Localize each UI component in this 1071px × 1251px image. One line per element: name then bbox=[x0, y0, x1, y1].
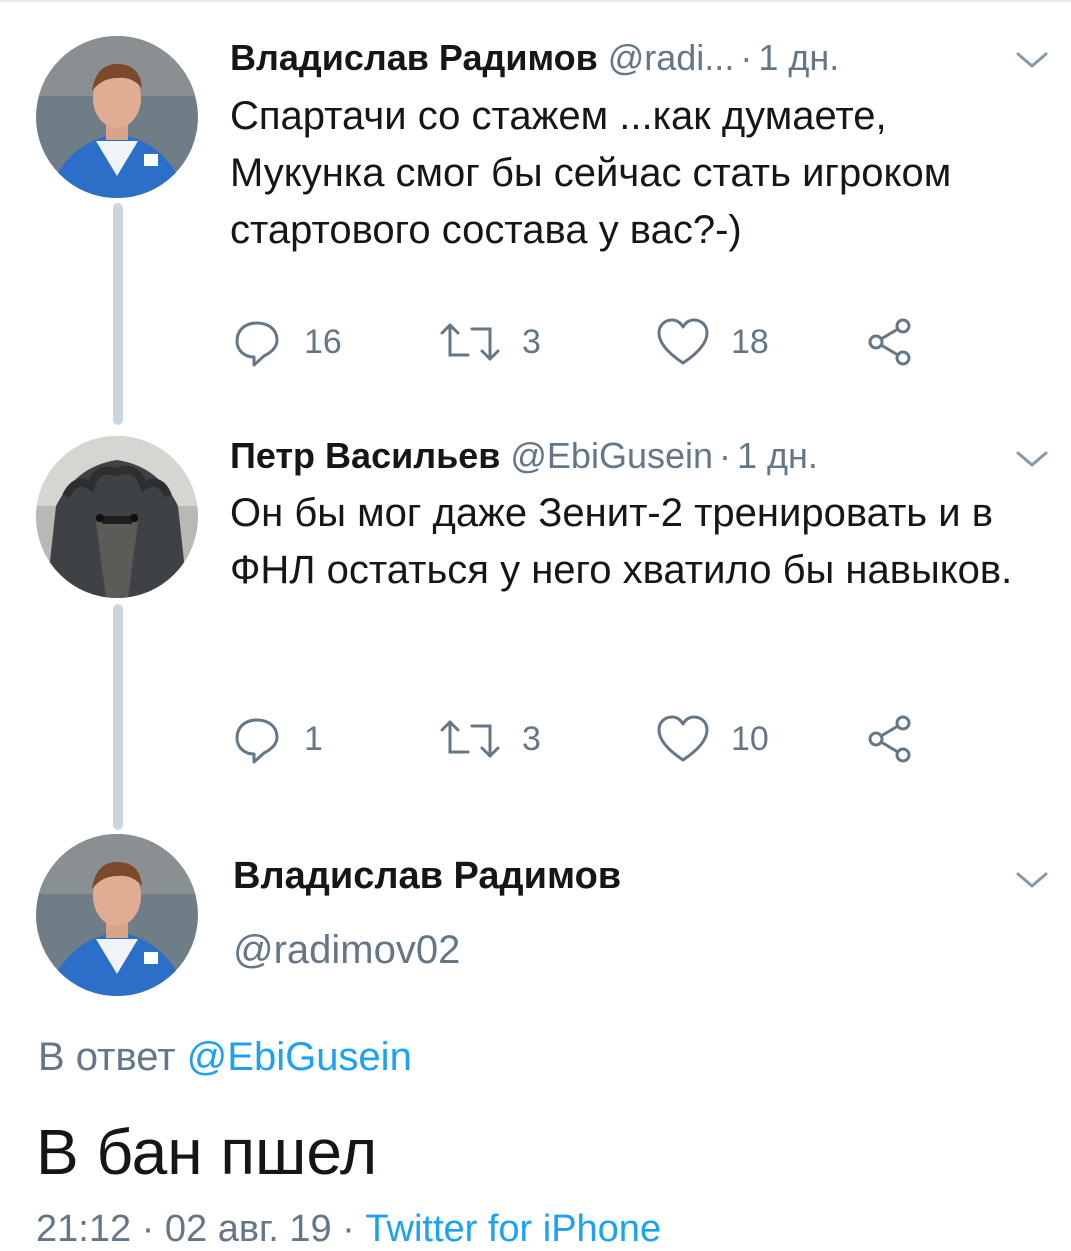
reply-prefix: В ответ bbox=[38, 1035, 176, 1079]
chevron-down-icon[interactable] bbox=[1014, 868, 1050, 892]
like-button[interactable]: 18 bbox=[655, 312, 769, 372]
like-button[interactable]: 10 bbox=[655, 709, 769, 769]
avatar[interactable] bbox=[36, 834, 198, 996]
client-link[interactable]: Twitter for iPhone bbox=[365, 1208, 661, 1250]
avatar[interactable] bbox=[36, 36, 198, 198]
retweet-icon bbox=[440, 720, 500, 758]
avatar[interactable] bbox=[36, 436, 198, 598]
reply-button[interactable]: 16 bbox=[230, 312, 342, 372]
author-handle[interactable]: @radi... bbox=[608, 37, 735, 79]
share-icon bbox=[868, 715, 911, 763]
tweet-meta: 21:12 · 02 авг. 19 · Twitter for iPhone bbox=[36, 1208, 661, 1251]
reply-icon bbox=[235, 321, 279, 367]
share-icon bbox=[868, 318, 911, 366]
tweet-text: В бан пшел bbox=[36, 1116, 378, 1188]
tweet-text: Спартачи со стажем ...как думаете, Мукун… bbox=[230, 94, 952, 252]
share-button[interactable] bbox=[863, 709, 915, 769]
chevron-down-icon[interactable] bbox=[1014, 48, 1050, 72]
reply-count: 16 bbox=[304, 322, 342, 361]
retweet-count: 3 bbox=[522, 719, 541, 758]
like-count: 10 bbox=[731, 719, 769, 758]
author-name[interactable]: Владислав Радимов bbox=[230, 37, 598, 79]
heart-icon bbox=[657, 715, 709, 762]
tweet-actions: 16 3 18 bbox=[230, 312, 930, 372]
author-handle[interactable]: @EbiGusein bbox=[510, 435, 713, 477]
avatar-image bbox=[36, 436, 198, 598]
tweet-text: Он бы мог даже Зенит-2 тренировать и в Ф… bbox=[230, 491, 1013, 592]
reply-count: 1 bbox=[304, 719, 323, 758]
like-count: 18 bbox=[731, 322, 769, 361]
chevron-down-icon[interactable] bbox=[1014, 447, 1050, 471]
tweet-header: Петр Васильев @EbiGusein · 1 дн. bbox=[230, 431, 818, 481]
separator-dot: · bbox=[719, 435, 732, 476]
tweet-time[interactable]: 1 дн. bbox=[737, 435, 818, 477]
retweet-button[interactable]: 3 bbox=[438, 709, 541, 769]
reply-icon bbox=[235, 718, 279, 764]
retweet-button[interactable]: 3 bbox=[438, 312, 541, 372]
separator-dot: · bbox=[740, 37, 753, 78]
tweet-time[interactable]: 1 дн. bbox=[758, 37, 839, 79]
heart-icon bbox=[657, 318, 709, 365]
tweet-timestamp[interactable]: 21:12 · 02 авг. 19 · bbox=[36, 1208, 355, 1250]
reply-to-link[interactable]: @EbiGusein bbox=[187, 1035, 412, 1079]
tweet-actions: 1 3 10 bbox=[230, 709, 930, 769]
avatar-image bbox=[36, 36, 198, 198]
thread-line bbox=[113, 604, 123, 830]
retweet-icon bbox=[440, 323, 500, 361]
author-name[interactable]: Владислав Радимов bbox=[233, 855, 621, 898]
avatar-image bbox=[36, 834, 198, 996]
author-name[interactable]: Петр Васильев bbox=[230, 435, 500, 477]
thread-line bbox=[113, 203, 123, 425]
top-divider bbox=[0, 0, 1071, 2]
tweet-header: Владислав Радимов @radi... · 1 дн. bbox=[230, 33, 839, 83]
author-handle[interactable]: @radimov02 bbox=[233, 928, 460, 973]
reply-context: В ответ @EbiGusein bbox=[38, 1035, 412, 1080]
share-button[interactable] bbox=[863, 312, 915, 372]
reply-button[interactable]: 1 bbox=[230, 709, 323, 769]
retweet-count: 3 bbox=[522, 322, 541, 361]
